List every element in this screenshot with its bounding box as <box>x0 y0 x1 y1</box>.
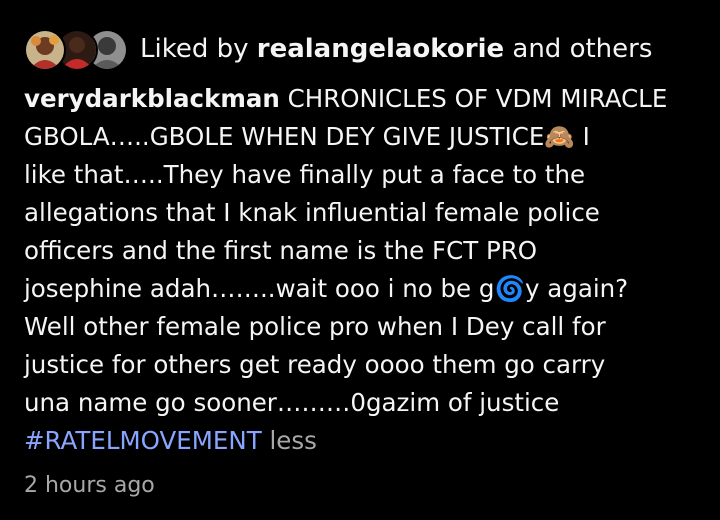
author-username-link[interactable]: verydarkblackman <box>24 84 280 113</box>
caption-line: justice for others get ready oooo them g… <box>24 350 606 379</box>
caption-line: josephine adah……..wait ooo i no be g🌀y a… <box>24 274 629 303</box>
likes-row[interactable]: Liked by realangelaokorie and others <box>24 26 652 72</box>
caption-line: Well other female police pro when I Dey … <box>24 312 606 341</box>
hashtag-link[interactable]: #RATELMOVEMENT <box>24 426 262 455</box>
less-toggle[interactable]: less <box>269 426 316 455</box>
caption-line: verydarkblackman CHRONICLES OF VDM MIRAC… <box>24 80 708 118</box>
post-caption: verydarkblackman CHRONICLES OF VDM MIRAC… <box>24 80 708 460</box>
caption-line: GBOLA…..GBOLE WHEN DEY GIVE JUSTICE🙈 I <box>24 122 590 151</box>
caption-line: #RATELMOVEMENT less <box>24 422 708 460</box>
liker-username-link[interactable]: realangelaokorie <box>257 34 504 64</box>
avatar <box>24 29 66 71</box>
post-timestamp: 2 hours ago <box>24 473 155 498</box>
caption-text: CHRONICLES OF VDM MIRACLE <box>287 84 668 113</box>
likes-summary[interactable]: Liked by realangelaokorie and others <box>140 26 652 72</box>
likes-suffix[interactable]: and others <box>512 34 652 64</box>
caption-line: officers and the first name is the FCT P… <box>24 236 538 265</box>
caption-line: like that…..They have finally put a face… <box>24 160 586 189</box>
caption-line: allegations that I knak influential fema… <box>24 198 600 227</box>
likes-prefix: Liked by <box>140 34 249 64</box>
caption-line: una name go sooner………0gazim of justice <box>24 388 560 417</box>
liker-avatars[interactable] <box>24 26 128 72</box>
